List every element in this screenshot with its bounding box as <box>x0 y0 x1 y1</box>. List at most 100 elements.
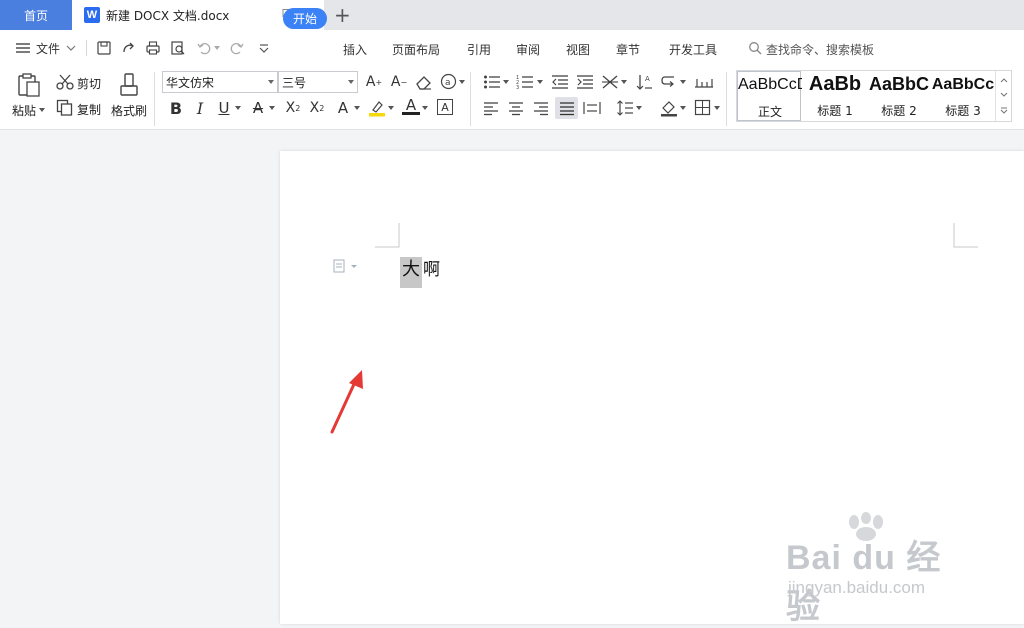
style-preview: AaBbC <box>868 74 929 94</box>
style-preview: AaBbCcDd <box>738 76 802 93</box>
distributed-align-icon[interactable] <box>583 100 601 116</box>
menu-file[interactable]: 文件 <box>36 40 60 57</box>
chevron-down-icon[interactable] <box>235 106 241 110</box>
print-icon[interactable] <box>145 40 161 56</box>
decrease-indent-icon[interactable] <box>551 74 569 90</box>
show-hide-marks-icon[interactable] <box>660 74 678 90</box>
copy-icon[interactable] <box>56 99 73 116</box>
align-center-icon[interactable] <box>508 100 524 116</box>
font-size-select[interactable]: 三号 <box>278 71 358 93</box>
text-effect-icon[interactable]: A <box>333 98 353 118</box>
more-styles-icon[interactable] <box>1000 107 1008 115</box>
style-name: 标题 1 <box>817 104 853 118</box>
chevron-up-icon[interactable] <box>1000 77 1008 83</box>
style-heading-1[interactable]: AaBb 标题 1 <box>803 71 867 121</box>
chinese-layout-icon[interactable] <box>601 74 619 90</box>
tab-references[interactable]: 引用 <box>467 41 491 58</box>
font-size-value: 三号 <box>282 75 307 90</box>
style-heading-2[interactable]: AaBbC 标题 2 <box>867 71 931 121</box>
justify-icon <box>560 102 574 116</box>
format-painter-icon[interactable] <box>118 72 140 98</box>
subscript-icon[interactable]: X2 <box>306 98 328 118</box>
undo-icon[interactable] <box>196 40 212 56</box>
tab-review[interactable]: 审阅 <box>516 41 540 58</box>
save-icon[interactable] <box>96 40 112 56</box>
underline-icon[interactable]: U <box>214 98 234 118</box>
tab-view[interactable]: 视图 <box>566 41 590 58</box>
align-left-icon[interactable] <box>483 100 499 116</box>
paragraph-menu-icon[interactable] <box>333 259 357 273</box>
format-painter-button[interactable]: 格式刷 <box>111 102 147 119</box>
document-text-rest[interactable]: 啊 <box>423 260 440 280</box>
tab-page-layout[interactable]: 页面布局 <box>392 41 440 58</box>
superscript-icon[interactable]: X2 <box>282 98 304 118</box>
print-preview-icon[interactable] <box>170 40 186 56</box>
phonetic-guide-icon[interactable]: a <box>440 73 457 90</box>
style-normal[interactable]: AaBbCcDd 正文 <box>737 71 802 121</box>
style-preview: AaBb <box>808 73 862 95</box>
style-heading-3[interactable]: AaBbCc 标题 3 <box>931 71 995 121</box>
sort-icon[interactable]: A <box>635 73 653 91</box>
redo-icon[interactable] <box>229 40 245 56</box>
align-right-icon[interactable] <box>533 100 549 116</box>
numbered-list-icon[interactable]: 123 <box>516 74 534 90</box>
line-spacing-icon[interactable] <box>616 99 634 117</box>
tab-home[interactable]: 首页 <box>0 0 72 30</box>
export-icon[interactable] <box>121 40 137 56</box>
new-tab-button[interactable]: + <box>334 3 351 27</box>
tab-developer[interactable]: 开发工具 <box>669 41 717 58</box>
customize-toolbar-icon[interactable] <box>256 40 272 56</box>
hamburger-icon[interactable] <box>15 42 31 54</box>
chevron-down-icon[interactable] <box>537 80 543 84</box>
tab-bar: 首页 W 新建 DOCX 文档.docx + <box>0 0 1024 30</box>
styles-scroll[interactable] <box>995 71 1011 121</box>
chevron-down-icon[interactable] <box>269 106 275 110</box>
paste-icon[interactable] <box>16 72 42 98</box>
document-text[interactable]: 大啊 <box>400 255 440 288</box>
increase-indent-icon[interactable] <box>576 74 594 90</box>
margin-corner-top-right <box>953 223 978 248</box>
tab-chapter[interactable]: 章节 <box>616 41 640 58</box>
chevron-down-icon <box>348 80 354 84</box>
chevron-down-icon[interactable] <box>621 80 627 84</box>
chevron-down-icon[interactable] <box>636 106 642 110</box>
tab-home-ribbon[interactable]: 开始 <box>283 8 327 29</box>
annotation-arrow-icon <box>330 370 363 434</box>
chevron-down-icon[interactable] <box>422 106 428 110</box>
chevron-down-icon[interactable] <box>388 106 394 110</box>
copy-button[interactable]: 复制 <box>77 101 101 118</box>
chevron-down-icon[interactable] <box>66 44 76 52</box>
chevron-down-icon[interactable] <box>680 80 686 84</box>
chevron-down-icon[interactable] <box>354 106 360 110</box>
search-icon[interactable] <box>748 41 762 55</box>
eraser-icon[interactable] <box>415 74 432 90</box>
chevron-down-icon[interactable] <box>714 106 720 110</box>
highlight-icon[interactable] <box>368 99 386 117</box>
chevron-down-icon <box>268 80 274 84</box>
decrease-font-size-icon[interactable]: A − <box>389 72 409 92</box>
tab-insert[interactable]: 插入 <box>343 41 367 58</box>
paste-dropdown-icon[interactable] <box>39 108 45 112</box>
cut-button[interactable]: 剪切 <box>77 75 101 92</box>
chevron-down-icon[interactable] <box>680 106 686 110</box>
paste-button[interactable]: 粘贴 <box>12 102 36 119</box>
strikethrough-icon[interactable]: A <box>248 98 268 118</box>
undo-dropdown-icon[interactable] <box>214 46 220 50</box>
borders-icon[interactable] <box>694 99 711 116</box>
font-name-select[interactable]: 华文仿宋 <box>162 71 278 93</box>
increase-font-size-icon[interactable]: A + <box>364 72 384 92</box>
italic-icon[interactable]: I <box>190 98 210 118</box>
bold-icon[interactable]: B <box>166 98 186 118</box>
font-color-icon[interactable]: A <box>402 96 420 115</box>
chevron-down-icon[interactable] <box>1000 92 1008 98</box>
command-search-input[interactable]: 查找命令、搜索模板 <box>766 41 874 58</box>
chevron-down-icon[interactable] <box>459 80 465 84</box>
watermark-url: jingyan.baidu.com <box>788 578 926 597</box>
scissors-icon[interactable] <box>56 73 74 91</box>
tab-stops-icon[interactable] <box>694 74 714 90</box>
selected-text[interactable]: 大 <box>400 257 422 288</box>
character-border-icon[interactable]: A <box>437 99 453 115</box>
chevron-down-icon[interactable] <box>503 80 509 84</box>
bullet-list-icon[interactable] <box>483 74 501 90</box>
shading-icon[interactable] <box>660 99 678 117</box>
